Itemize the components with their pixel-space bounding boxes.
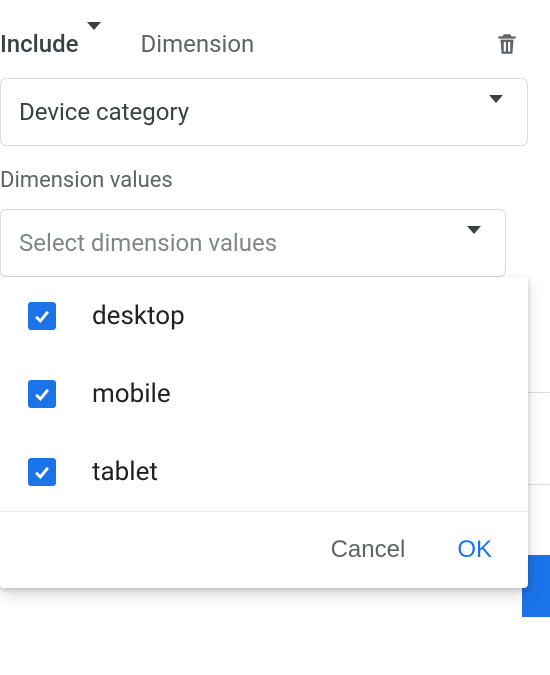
checkbox-checked-icon[interactable] xyxy=(28,458,56,486)
option-label: desktop xyxy=(92,301,185,331)
dimension-values-select[interactable]: Select dimension values xyxy=(0,209,506,277)
dropdown-footer: Cancel OK xyxy=(0,511,528,588)
dimension-values-dropdown-panel: desktop mobile tablet Cancel OK xyxy=(0,277,528,588)
ok-button[interactable]: OK xyxy=(457,536,492,564)
dimension-values-label: Dimension values xyxy=(0,168,550,193)
list-item[interactable]: desktop xyxy=(0,277,528,355)
option-label: mobile xyxy=(92,379,171,409)
dimension-values-placeholder: Select dimension values xyxy=(19,229,467,257)
chevron-down-icon xyxy=(489,103,503,122)
include-exclude-dropdown[interactable]: Include xyxy=(0,30,101,58)
chevron-down-icon xyxy=(467,234,481,253)
cancel-button[interactable]: Cancel xyxy=(331,536,406,564)
chevron-down-icon xyxy=(87,30,101,58)
include-label: Include xyxy=(0,30,79,58)
dimension-type-label: Dimension xyxy=(141,30,255,58)
filter-header: Include Dimension xyxy=(0,0,550,78)
dimension-select[interactable]: Device category xyxy=(0,78,528,146)
trash-icon[interactable] xyxy=(494,31,520,57)
list-item[interactable]: mobile xyxy=(0,355,528,433)
list-item[interactable]: tablet xyxy=(0,433,528,511)
checkbox-checked-icon[interactable] xyxy=(28,302,56,330)
dimension-select-value: Device category xyxy=(19,98,489,126)
option-label: tablet xyxy=(92,457,158,487)
checkbox-checked-icon[interactable] xyxy=(28,380,56,408)
